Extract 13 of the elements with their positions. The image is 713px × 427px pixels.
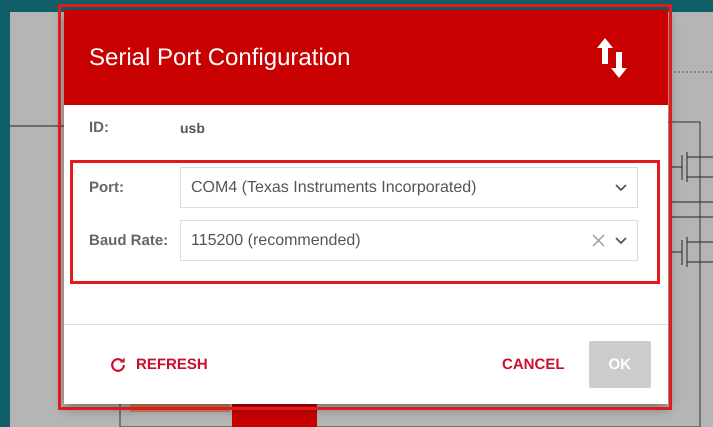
field-label: Baud Rate: (89, 232, 170, 249)
field-label: ID: (89, 119, 110, 136)
chevron-down-icon[interactable] (615, 236, 627, 244)
chevron-down-icon[interactable] (615, 184, 627, 192)
up-down-arrows-icon (596, 38, 628, 78)
refresh-button[interactable]: REFRESH (104, 341, 212, 388)
id-value: usb (180, 120, 205, 136)
cancel-button[interactable]: CANCEL (498, 341, 568, 388)
field-label: Port: (89, 179, 125, 196)
select-field[interactable]: COM4 (Texas Instruments Incorporated) (180, 167, 638, 208)
select-field[interactable]: 115200 (recommended) (180, 220, 638, 261)
dialog-title: Serial Port Configuration (89, 44, 350, 72)
clear-icon[interactable] (592, 234, 605, 247)
